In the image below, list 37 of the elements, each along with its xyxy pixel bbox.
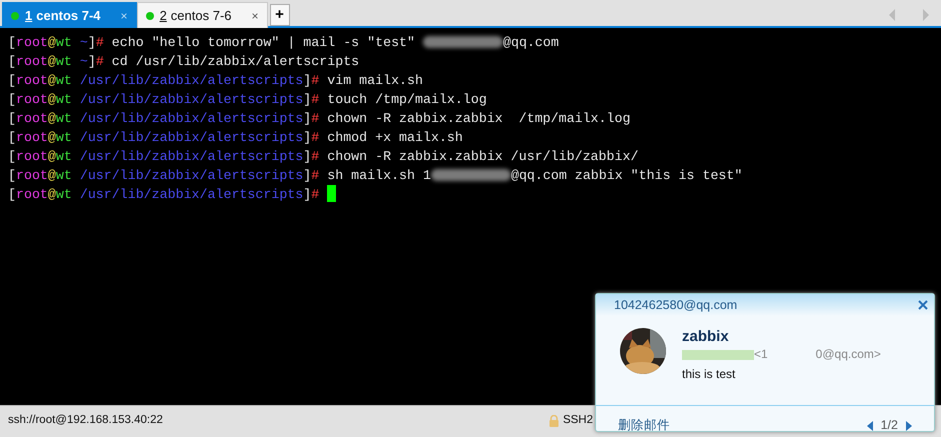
shell-prompt: [root@wt /usr/lib/zabbix/alertscripts]# xyxy=(8,111,320,126)
command-text: chmod +x mailx.sh xyxy=(327,130,463,145)
sender-address: <1 0@qq.com> xyxy=(754,347,881,361)
protocol-label: SSH2 xyxy=(562,412,593,428)
close-button[interactable]: × xyxy=(252,6,259,24)
command-text: chown -R zabbix.zabbix /usr/lib/zabbix/ xyxy=(327,149,638,164)
message-text: this is test xyxy=(682,366,736,383)
tab-label: 1 centos 7-4 xyxy=(25,6,101,25)
new-tab-button[interactable]: + xyxy=(270,4,290,26)
command-text: chown -R zabbix.zabbix /tmp/mailx.log xyxy=(327,111,630,126)
previous-icon[interactable] xyxy=(866,420,873,430)
command-text: @qq.com xyxy=(503,35,559,50)
account-address: 1042462580@qq.com xyxy=(614,296,738,314)
tab[interactable]: 1 centos 7-4 × xyxy=(2,2,137,28)
lock-icon xyxy=(548,414,559,426)
command-text: cd /usr/lib/zabbix/alertscripts xyxy=(112,54,360,69)
sender-name: zabbix xyxy=(682,328,730,346)
close-icon[interactable] xyxy=(918,300,928,310)
shell-prompt: [root@wt ~]# xyxy=(8,54,104,69)
tab[interactable]: 2 centos 7-6 × xyxy=(136,2,268,28)
connection-address: ssh://root@192.168.153.40:22 xyxy=(8,412,163,428)
shell-prompt: [root@wt /usr/lib/zabbix/alertscripts]# xyxy=(8,92,320,107)
command-text: touch /tmp/mailx.log xyxy=(327,92,487,107)
command-text: vim mailx.sh xyxy=(327,73,423,88)
tab-label: 2 centos 7-6 xyxy=(160,6,232,25)
shell-prompt: [root@wt /usr/lib/zabbix/alertscripts]# xyxy=(8,73,320,88)
shell-prompt: [root@wt /usr/lib/zabbix/alertscripts]# xyxy=(8,149,320,164)
delete-link[interactable]: 删除邮件 xyxy=(618,416,670,435)
shell-prompt: [root@wt /usr/lib/zabbix/alertscripts]# xyxy=(8,130,320,145)
shell-prompt: [root@wt ~]# xyxy=(8,35,104,50)
command-text: sh mailx.sh 1 xyxy=(327,168,431,183)
page-counter: 1/2 xyxy=(880,417,898,434)
shell-prompt: [root@wt /usr/lib/zabbix/alertscripts]# xyxy=(8,187,320,202)
command-text: echo "hello tomorrow" | mail -s "test" xyxy=(112,35,416,50)
next-icon[interactable] xyxy=(906,420,912,430)
shell-prompt: [root@wt /usr/lib/zabbix/alertscripts]# xyxy=(8,168,320,183)
command-text: @qq.com zabbix "this is test" xyxy=(510,168,742,183)
